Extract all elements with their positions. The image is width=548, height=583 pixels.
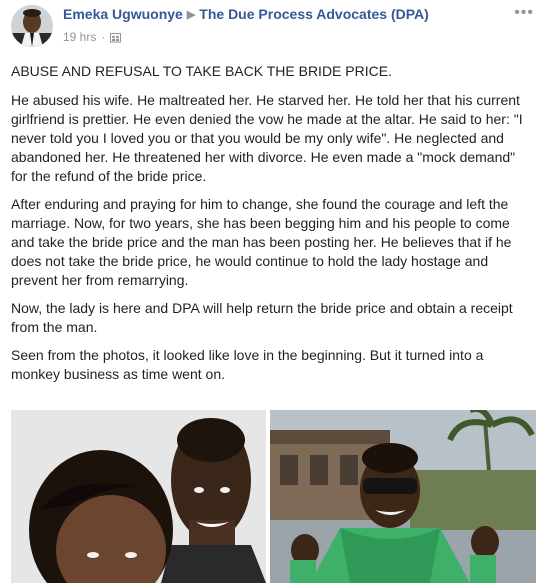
post-paragraph: He abused his wife. He maltreated her. H… xyxy=(11,92,523,184)
post-header: Emeka Ugwuonye ▶ The Due Process Advocates… xyxy=(0,0,548,58)
timestamp-link[interactable]: 19 hrs xyxy=(63,30,96,44)
author-name-link[interactable]: Emeka Ugwuonye xyxy=(63,6,183,22)
author-avatar[interactable] xyxy=(11,5,53,47)
post-body: ABUSE AND REFUSAL TO TAKE BACK THE BRIDE… xyxy=(11,62,535,393)
author-line: Emeka Ugwuonye ▶ The Due Process Advocates… xyxy=(63,6,429,22)
group-name-link[interactable]: The Due Process Advocates (DPA) xyxy=(199,6,429,22)
couple-photo[interactable] xyxy=(11,410,266,583)
post-paragraph: Seen from the photos, it looked like lov… xyxy=(11,347,484,382)
post-paragraph: Now, the lady is here and DPA will help … xyxy=(11,300,513,335)
arrow-right-icon: ▶ xyxy=(186,9,196,21)
more-options-button[interactable]: ••• xyxy=(514,4,534,22)
meta-separator: · xyxy=(101,30,106,44)
group-privacy-icon[interactable] xyxy=(110,32,122,43)
post-photos xyxy=(11,410,536,583)
post-paragraph: ABUSE AND REFUSAL TO TAKE BACK THE BRIDE… xyxy=(11,63,392,79)
post-meta: 19 hrs · xyxy=(63,30,122,44)
post-paragraph: After enduring and praying for him to ch… xyxy=(11,196,512,288)
man-photo[interactable] xyxy=(270,410,536,583)
